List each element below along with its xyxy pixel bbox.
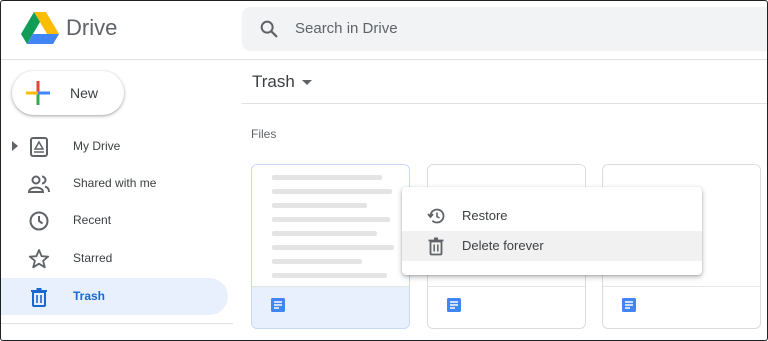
file-card[interactable] — [251, 164, 410, 329]
search-input[interactable]: Search in Drive — [295, 20, 398, 37]
sidebar-item-shared-with-me[interactable]: Shared with me — [1, 165, 228, 202]
blurred-text-line — [272, 217, 390, 222]
clock-icon — [29, 211, 49, 231]
drive-window: Drive Search in Drive New My Drive Share… — [0, 0, 768, 341]
sidebar-item-recent[interactable]: Recent — [1, 202, 228, 239]
new-button[interactable]: New — [12, 71, 124, 115]
sidebar-item-label: Shared with me — [73, 176, 157, 190]
document-icon — [271, 298, 285, 312]
sidebar-item-starred[interactable]: Starred — [1, 240, 228, 277]
blurred-text-line — [272, 273, 387, 278]
sidebar-item-trash[interactable]: Trash — [1, 278, 228, 315]
menu-item-label: Delete forever — [462, 238, 544, 253]
menu-item-label: Restore — [462, 208, 508, 223]
new-button-label: New — [70, 85, 99, 101]
blurred-text-line — [272, 231, 377, 236]
section-label-files: Files — [251, 127, 277, 141]
sidebar-divider — [1, 323, 233, 324]
my-drive-icon — [30, 137, 48, 157]
people-icon — [28, 175, 50, 193]
sidebar-item-label: Starred — [73, 251, 113, 265]
trash-icon — [31, 288, 47, 307]
menu-item-restore[interactable]: Restore — [402, 201, 702, 231]
blurred-text-line — [272, 189, 392, 194]
toolbar-divider — [242, 103, 767, 104]
chevron-down-icon[interactable] — [302, 80, 312, 85]
header-divider — [1, 59, 767, 60]
file-thumbnail — [252, 165, 409, 287]
blurred-text-line — [272, 175, 382, 180]
page-title[interactable]: Trash — [252, 72, 295, 92]
restore-icon — [427, 208, 445, 224]
drive-logo-icon[interactable] — [21, 11, 59, 47]
expand-caret-icon[interactable] — [12, 141, 18, 151]
sidebar-item-label: My Drive — [73, 139, 121, 153]
document-icon — [622, 298, 636, 312]
search-icon[interactable] — [258, 18, 280, 40]
trash-icon — [428, 237, 444, 256]
search-bar[interactable]: Search in Drive — [242, 7, 767, 51]
sidebar-item-label: Trash — [73, 289, 106, 303]
blurred-text-line — [272, 245, 394, 250]
blurred-text-line — [272, 259, 362, 264]
star-icon — [28, 249, 50, 269]
sidebar-item-my-drive[interactable]: My Drive — [1, 128, 228, 165]
context-menu: Restore Delete forever — [402, 187, 702, 275]
plus-icon — [26, 81, 50, 105]
document-icon — [447, 298, 461, 312]
sidebar-item-label: Recent — [73, 213, 112, 227]
blurred-text-line — [272, 203, 367, 208]
app-name: Drive — [66, 15, 118, 40]
menu-item-delete-forever[interactable]: Delete forever — [402, 231, 702, 261]
